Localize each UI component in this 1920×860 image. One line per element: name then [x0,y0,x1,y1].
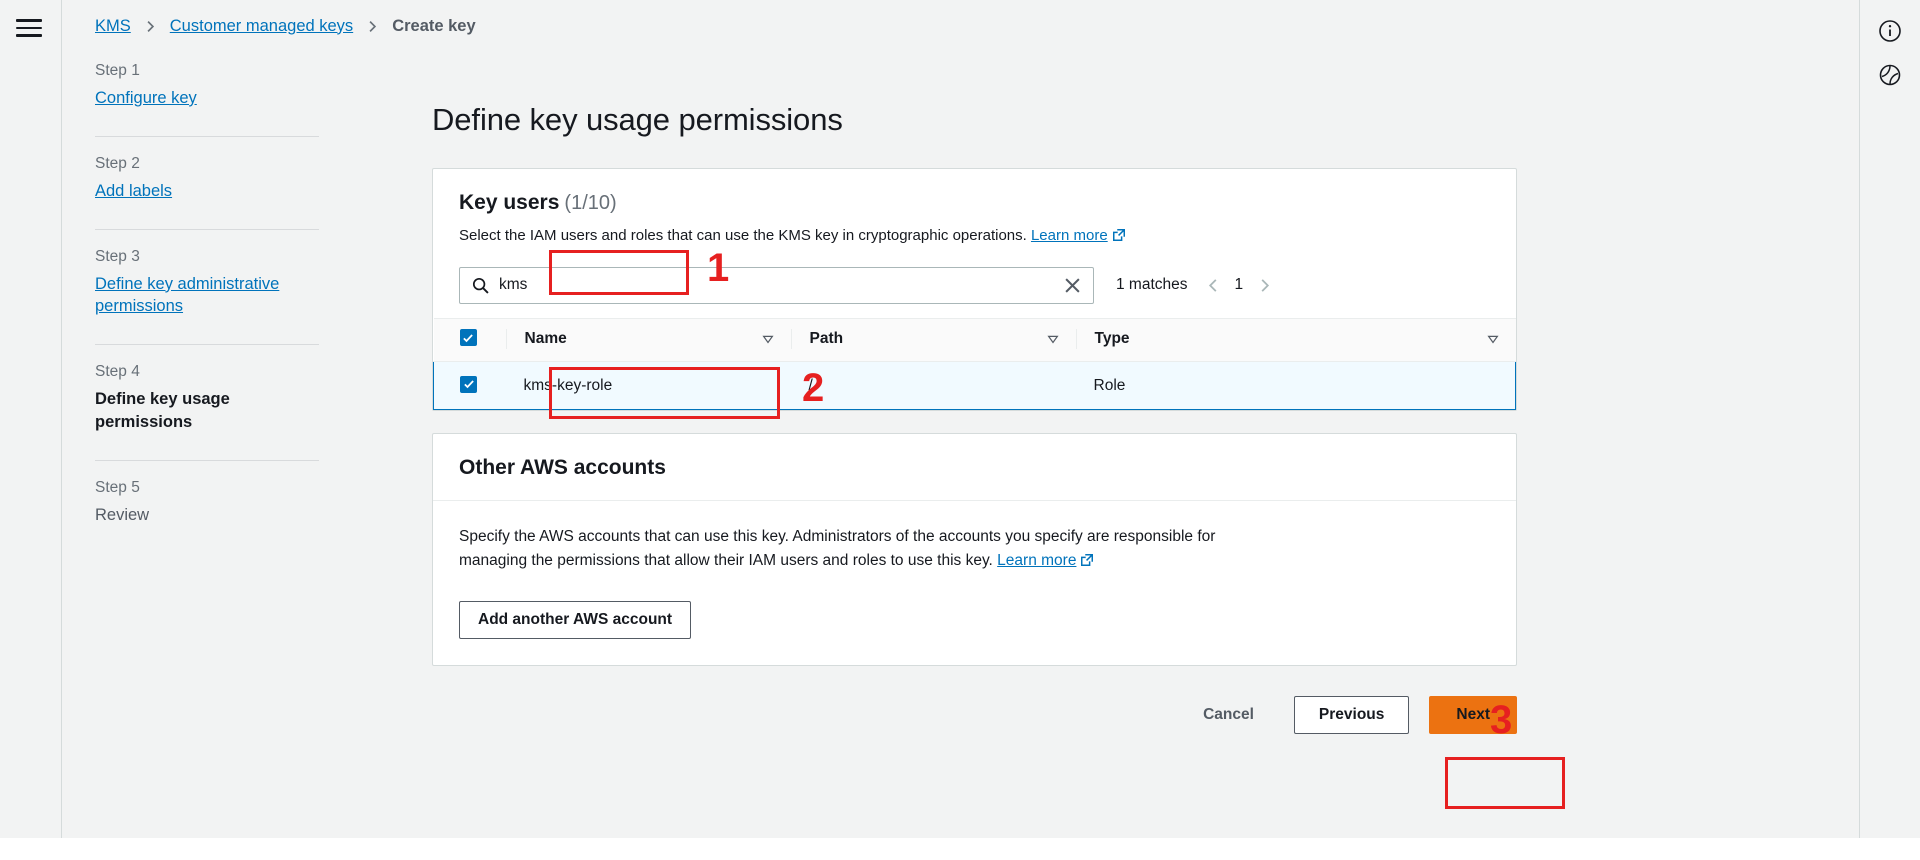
other-accounts-description-text: Specify the AWS accounts that can use th… [459,528,1216,570]
table-body: kms-key-role / Role [433,360,1516,411]
content-area: Define key usage permissions Key users (1… [372,52,1859,860]
row-path-value: / [808,376,813,394]
wizard-step-link-add-labels[interactable]: Add labels [95,180,172,203]
sort-icon[interactable] [1486,332,1500,346]
wizard-step-2: Step 2 Add labels [95,155,372,209]
divider [95,459,319,461]
column-header-type[interactable]: Type [1075,317,1516,362]
wizard-actions: Cancel Previous Next [432,696,1517,764]
step-number: Step 2 [95,154,140,172]
external-link-icon [1080,551,1094,575]
row-cell-name: kms-key-role [505,360,791,411]
shield-icon[interactable] [1871,56,1909,94]
next-button[interactable]: Next [1429,696,1517,735]
pagination: 1 [1206,276,1273,294]
aws-console-page: KMS Customer managed keys Create key Ste… [0,0,1920,860]
divider [95,135,319,137]
previous-button[interactable]: Previous [1293,696,1410,735]
select-all-header [433,317,506,362]
other-accounts-header: Other AWS accounts [433,434,1516,502]
cancel-button[interactable]: Cancel [1183,697,1274,733]
breadcrumb-item-create-key: Create key [392,16,476,35]
wizard-step-3: Step 3 Define key administrative permiss… [95,248,372,325]
bottom-strip [0,838,1920,860]
sort-icon[interactable] [761,332,775,346]
key-users-title: Key users [459,191,560,214]
step-number: Step 1 [95,62,140,79]
row-type-value: Role [1093,376,1126,394]
wizard-step-4: Step 4 Define key usage permissions [95,363,372,440]
search-input[interactable] [499,276,1056,295]
breadcrumb-item-kms[interactable]: KMS [95,17,131,36]
learn-more-link[interactable]: Learn more [1031,227,1108,244]
key-users-table: Name Path Type kms-key-role / Role [433,317,1516,411]
key-users-panel: Key users (1/10) Select the IAM users and… [432,168,1517,412]
pagination-page-1[interactable]: 1 [1235,276,1244,294]
key-users-search-row: 1 matches 1 [433,249,1516,318]
search-input-wrapper[interactable] [459,266,1094,304]
table-header-row: Name Path Type [433,317,1516,362]
step-number: Step 3 [95,247,140,265]
row-select-cell [433,360,506,411]
left-nav-rail [0,0,62,860]
row-name-value: kms-key-role [523,376,613,394]
divider [95,228,319,230]
column-header-path[interactable]: Path [790,317,1076,362]
breadcrumb: KMS Customer managed keys Create key [62,0,1859,52]
column-label-name: Name [524,329,567,347]
external-link-icon [1112,227,1126,249]
page-title: Define key usage permissions [432,102,843,137]
column-header-name[interactable]: Name [505,317,791,362]
close-icon[interactable] [1056,277,1081,294]
chevron-left-icon[interactable] [1206,278,1221,293]
menu-toggle-icon[interactable] [15,15,46,41]
divider [95,344,319,346]
wizard-step-link-define-key-administrative-permissions[interactable]: Define key administrative permissions [95,273,300,319]
chevron-right-icon [144,20,157,33]
step-number: Step 5 [95,478,140,496]
matches-count: 1 matches [1116,276,1188,294]
wizard-steps-nav: Step 1 Configure key Step 2 Add labels S… [62,52,372,860]
right-icon-rail [1860,0,1920,860]
table-row[interactable]: kms-key-role / Role [433,360,1516,411]
body-area: Step 1 Configure key Step 2 Add labels S… [62,52,1859,860]
chevron-right-icon [366,20,379,33]
main-column: KMS Customer managed keys Create key Ste… [62,0,1860,860]
info-icon[interactable] [1871,12,1909,50]
step-number: Step 4 [95,363,140,381]
row-checkbox[interactable] [460,375,477,393]
column-label-type: Type [1094,329,1130,347]
row-cell-type: Role [1075,360,1516,411]
select-all-checkbox[interactable] [459,329,477,346]
learn-more-link[interactable]: Learn more [997,552,1076,569]
search-icon [472,277,489,294]
add-another-aws-account-button[interactable]: Add another AWS account [459,601,692,640]
key-users-count: (1/10) [564,192,617,214]
other-accounts-body: Specify the AWS accounts that can use th… [433,501,1516,665]
key-users-description-text: Select the IAM users and roles that can … [459,227,1027,244]
other-accounts-title: Other AWS accounts [459,456,666,480]
breadcrumb-item-customer-managed-keys[interactable]: Customer managed keys [170,17,353,36]
other-aws-accounts-panel: Other AWS accounts Specify the AWS accou… [432,433,1517,667]
wizard-step-link-configure-key[interactable]: Configure key [95,87,197,110]
wizard-step-current-define-key-usage-permissions: Define key usage permissions [95,390,230,431]
table-header: Name Path Type [433,317,1516,362]
wizard-step-1: Step 1 Configure key [95,62,372,116]
wizard-step-5: Step 5 Review [95,479,372,533]
column-label-path: Path [809,329,844,347]
key-users-description: Select the IAM users and roles that can … [459,225,1490,249]
sort-icon[interactable] [1046,332,1060,346]
other-accounts-description: Specify the AWS accounts that can use th… [459,525,1249,575]
row-cell-path: / [790,360,1076,411]
key-users-header: Key users (1/10) Select the IAM users and… [433,169,1516,249]
chevron-right-icon[interactable] [1257,278,1272,293]
wizard-step-label-review: Review [95,505,150,524]
